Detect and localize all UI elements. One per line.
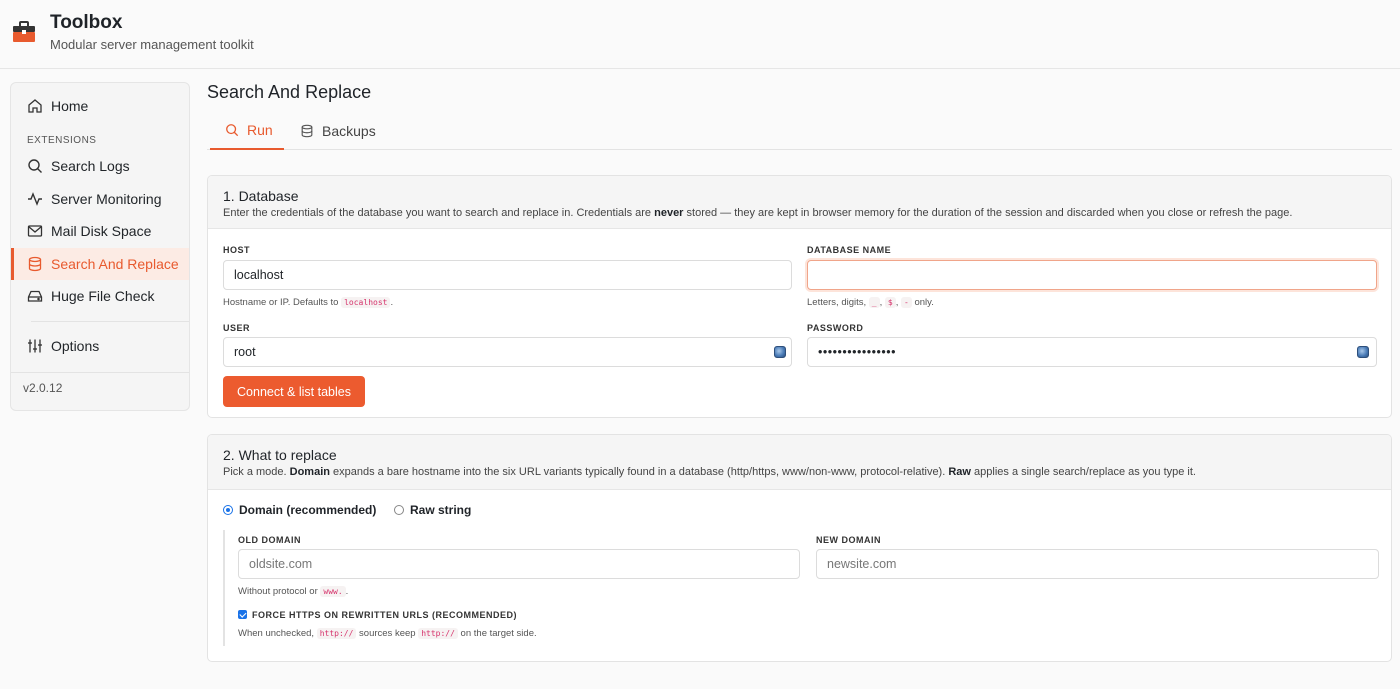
mode-raw-label: Raw string: [410, 503, 472, 517]
radio-unchecked-icon: [394, 505, 404, 515]
database-card-description: Enter the credentials of the database yo…: [223, 207, 1293, 219]
sidebar-divider: [31, 321, 189, 322]
radio-checked-icon: [223, 505, 233, 515]
app-version: v2.0.12: [23, 381, 63, 395]
old-domain-input[interactable]: [238, 549, 800, 579]
old-domain-help: Without protocol or www..: [238, 586, 349, 597]
database-icon: [27, 256, 43, 272]
tab-backups[interactable]: Backups: [300, 112, 390, 150]
database-card-title: 1. Database: [223, 188, 299, 204]
replace-card-description: Pick a mode. Domain expands a bare hostn…: [223, 466, 1196, 478]
host-help: Hostname or IP. Defaults to localhost.: [223, 297, 394, 308]
domain-fields-group: OLD DOMAIN Without protocol or www.. NEW…: [223, 530, 1383, 646]
app-subtitle: Modular server management toolkit: [50, 37, 254, 52]
sidebar-item-label: Home: [51, 98, 89, 114]
replace-card: 2. What to replace Pick a mode. Domain e…: [207, 434, 1392, 662]
tab-run[interactable]: Run: [210, 112, 284, 150]
sidebar-item-mail-disk-space[interactable]: Mail Disk Space: [11, 215, 189, 247]
sliders-icon: [27, 338, 43, 354]
sidebar-item-options[interactable]: Options: [11, 330, 189, 362]
search-icon: [27, 158, 43, 174]
force-https-checkbox[interactable]: [238, 610, 247, 619]
drive-icon: [27, 288, 43, 304]
app-title: Toolbox: [50, 12, 123, 33]
password-label: PASSWORD: [807, 323, 864, 333]
tab-bar: Run Backups: [207, 112, 1392, 150]
new-domain-input[interactable]: [816, 549, 1379, 579]
user-label: USER: [223, 323, 251, 333]
sidebar-item-label: Mail Disk Space: [51, 223, 152, 239]
force-https-help: When unchecked, http:// sources keep htt…: [238, 628, 537, 639]
sidebar: Home EXTENSIONS Search Logs Server Monit…: [10, 82, 190, 411]
sidebar-item-label: Search Logs: [51, 158, 130, 174]
home-icon: [27, 98, 43, 114]
sidebar-item-label: Server Monitoring: [51, 191, 162, 207]
database-card: 1. Database Enter the credentials of the…: [207, 175, 1392, 418]
search-icon: [225, 123, 239, 137]
sidebar-item-search-and-replace[interactable]: Search And Replace: [11, 248, 189, 280]
sidebar-divider: [11, 372, 189, 373]
database-icon: [300, 124, 314, 138]
activity-icon: [27, 191, 43, 207]
toolbox-icon: [13, 21, 35, 42]
new-domain-label: NEW DOMAIN: [816, 535, 881, 545]
sidebar-item-label: Options: [51, 338, 100, 354]
sidebar-item-label: Huge File Check: [51, 288, 155, 304]
database-card-header: 1. Database Enter the credentials of the…: [208, 176, 1391, 229]
page-title: Search And Replace: [207, 82, 372, 102]
tab-label: Run: [247, 122, 273, 138]
database-name-input[interactable]: [807, 260, 1377, 290]
sidebar-item-home[interactable]: Home: [11, 90, 189, 122]
sidebar-item-server-monitoring[interactable]: Server Monitoring: [11, 183, 189, 215]
password-manager-icon[interactable]: [774, 346, 786, 358]
database-name-help: Letters, digits, _, $, - only.: [807, 297, 934, 308]
app-header: Toolbox Modular server management toolki…: [0, 0, 1400, 69]
database-name-label: DATABASE NAME: [807, 245, 892, 255]
password-input[interactable]: [807, 337, 1377, 367]
host-label: HOST: [223, 245, 251, 255]
old-domain-label: OLD DOMAIN: [238, 535, 301, 545]
password-manager-icon[interactable]: [1357, 346, 1369, 358]
sidebar-item-huge-file-check[interactable]: Huge File Check: [11, 280, 189, 312]
sidebar-section-label: EXTENSIONS: [27, 135, 97, 146]
mail-icon: [27, 223, 43, 239]
mode-raw-radio[interactable]: Raw string: [394, 503, 471, 517]
connect-list-tables-button[interactable]: Connect & list tables: [223, 376, 365, 407]
mode-domain-label: Domain (recommended): [239, 503, 377, 517]
mode-domain-radio[interactable]: Domain (recommended): [223, 503, 376, 517]
user-input[interactable]: [223, 337, 792, 367]
sidebar-item-label: Search And Replace: [51, 256, 179, 272]
tab-label: Backups: [322, 123, 376, 139]
host-input[interactable]: [223, 260, 792, 290]
replace-card-header: 2. What to replace Pick a mode. Domain e…: [208, 435, 1391, 490]
sidebar-item-search-logs[interactable]: Search Logs: [11, 150, 189, 182]
force-https-label[interactable]: FORCE HTTPS ON REWRITTEN URLS (RECOMMEND…: [252, 610, 517, 620]
replace-card-title: 2. What to replace: [223, 447, 337, 463]
